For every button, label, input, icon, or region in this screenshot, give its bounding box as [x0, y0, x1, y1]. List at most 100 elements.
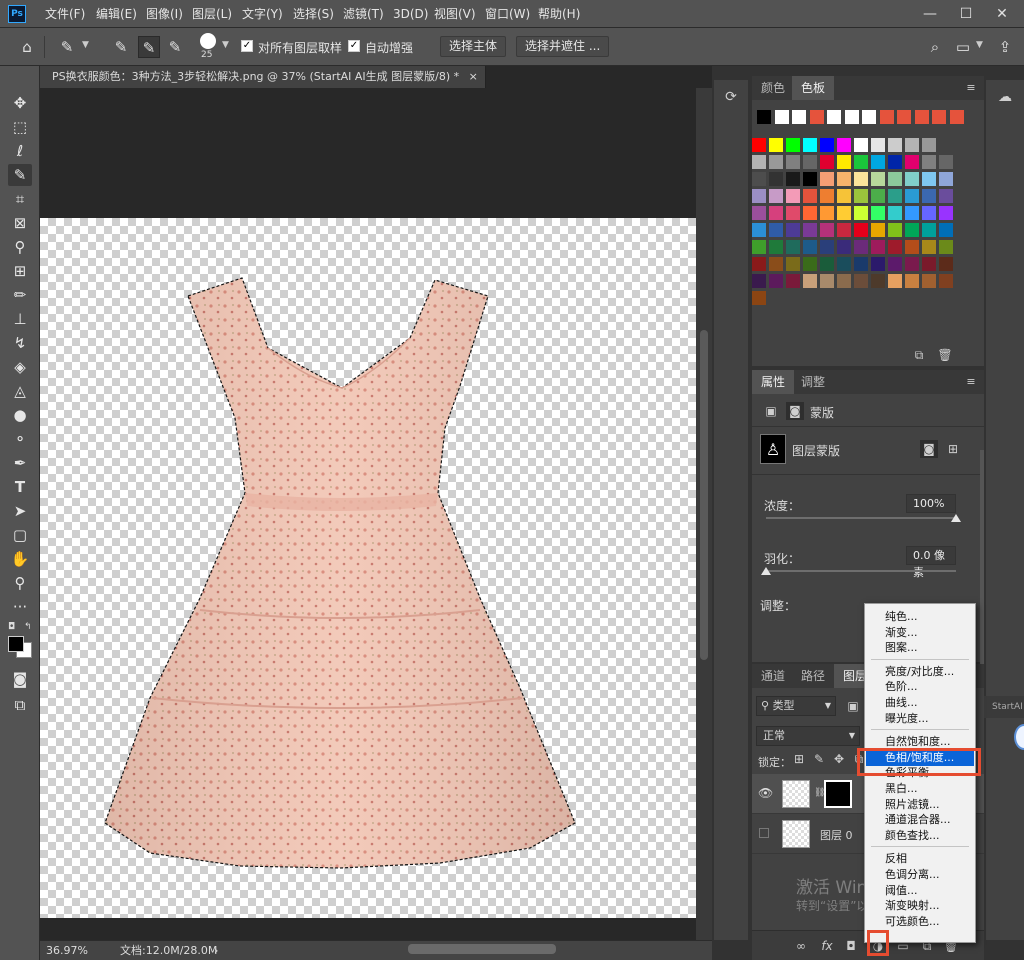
search-icon[interactable]: ⌕: [924, 36, 946, 58]
color-swatch[interactable]: [888, 274, 902, 288]
color-swatch[interactable]: [905, 138, 919, 152]
color-swatch[interactable]: [769, 274, 783, 288]
color-swatch[interactable]: [803, 223, 817, 237]
libraries-icon[interactable]: ☁: [996, 88, 1014, 106]
select-mask-icon[interactable]: ◙: [920, 440, 938, 458]
color-swatch[interactable]: [837, 257, 851, 271]
recent-color-swatch[interactable]: [774, 110, 789, 124]
color-swatch[interactable]: [939, 172, 953, 186]
apply-vector-mask-icon[interactable]: ⊞: [944, 440, 962, 458]
color-swatch[interactable]: [854, 257, 868, 271]
color-swatch[interactable]: [871, 138, 885, 152]
eraser-tool-icon[interactable]: ◈: [8, 356, 32, 378]
color-swatch[interactable]: [888, 257, 902, 271]
color-swatch[interactable]: [820, 189, 834, 203]
tab-properties[interactable]: 属性: [752, 370, 795, 394]
color-swatch[interactable]: [752, 240, 766, 254]
menu-window[interactable]: 窗口(W): [485, 0, 530, 28]
feather-slider-track[interactable]: [766, 570, 956, 572]
adjustment-menu-item[interactable]: 色调分离...: [866, 867, 974, 883]
density-slider-knob[interactable]: [951, 514, 961, 522]
color-swatch[interactable]: [888, 155, 902, 169]
color-swatch[interactable]: [905, 206, 919, 220]
color-swatch[interactable]: [752, 172, 766, 186]
color-swatch[interactable]: [854, 206, 868, 220]
menu-select[interactable]: 选择(S): [293, 0, 334, 28]
blend-mode-select[interactable]: 正常 ▼: [756, 726, 860, 746]
adjustment-menu-item[interactable]: 曝光度...: [866, 711, 974, 727]
maximize-button[interactable]: ☐: [952, 0, 980, 28]
color-swatch[interactable]: [871, 257, 885, 271]
color-swatch[interactable]: [786, 172, 800, 186]
move-tool-icon[interactable]: ✥: [8, 92, 32, 114]
color-swatch[interactable]: [837, 189, 851, 203]
color-swatch[interactable]: [820, 223, 834, 237]
color-swatch[interactable]: [854, 155, 868, 169]
adjustment-menu-item[interactable]: 曲线...: [866, 695, 974, 711]
density-input[interactable]: 100%: [906, 494, 956, 513]
horizontal-scroll-thumb[interactable]: [408, 944, 556, 954]
color-swatch[interactable]: [752, 274, 766, 288]
adjustment-menu-item[interactable]: 色阶...: [866, 679, 974, 695]
color-swatch[interactable]: [837, 274, 851, 288]
color-swatch[interactable]: [922, 155, 936, 169]
swatch-grid[interactable]: [752, 108, 976, 338]
rectangle-tool-icon[interactable]: ▢: [8, 524, 32, 546]
quick-mask-icon[interactable]: ◙: [8, 668, 32, 690]
recent-color-swatch[interactable]: [844, 110, 859, 124]
layer-filter-select[interactable]: ⚲ 类型 ▼: [756, 696, 836, 716]
zoom-level[interactable]: 36.97%: [46, 941, 88, 960]
color-swatch[interactable]: [786, 189, 800, 203]
menu-file[interactable]: 文件(F): [45, 0, 85, 28]
adjustment-menu-item[interactable]: 颜色查找...: [866, 828, 974, 844]
color-swatch[interactable]: [820, 172, 834, 186]
color-swatch[interactable]: [888, 138, 902, 152]
color-swatch[interactable]: [769, 240, 783, 254]
color-swatch[interactable]: [820, 138, 834, 152]
vertical-scroll-thumb[interactable]: [700, 330, 708, 660]
menu-filter[interactable]: 滤镜(T): [343, 0, 384, 28]
eyedropper-tool-icon[interactable]: ⚲: [8, 236, 32, 258]
color-swatch[interactable]: [752, 155, 766, 169]
color-swatch[interactable]: [922, 206, 936, 220]
type-tool-icon[interactable]: T: [8, 476, 32, 498]
document-tab[interactable]: PS换衣服颜色：3种方法_3步轻松解决.png @ 37% (StartAI A…: [40, 66, 486, 88]
new-swatch-icon[interactable]: ⧉: [910, 346, 928, 364]
lock-pixels-icon[interactable]: ✎: [810, 750, 828, 768]
foreground-color-swatch[interactable]: [8, 636, 24, 652]
brush-size-icon[interactable]: [200, 33, 216, 49]
color-swatch[interactable]: [786, 223, 800, 237]
canvas[interactable]: [40, 218, 696, 918]
menu-help[interactable]: 帮助(H): [538, 0, 580, 28]
color-swatch[interactable]: [939, 257, 953, 271]
color-swatch[interactable]: [922, 240, 936, 254]
layer-mask-thumbnail[interactable]: [824, 780, 852, 808]
color-swatch[interactable]: [803, 240, 817, 254]
chevron-down-icon[interactable]: ▼: [976, 40, 983, 50]
color-swatch[interactable]: [769, 155, 783, 169]
paint-bucket-tool-icon[interactable]: ◬: [8, 380, 32, 402]
hand-tool-icon[interactable]: ✋: [8, 548, 32, 570]
color-swatch[interactable]: [922, 257, 936, 271]
color-swatch[interactable]: [854, 240, 868, 254]
adjustment-menu-item[interactable]: 黑白...: [866, 781, 974, 797]
color-swatch[interactable]: [786, 240, 800, 254]
color-swatch[interactable]: [769, 223, 783, 237]
color-swatch[interactable]: [837, 240, 851, 254]
color-swatch[interactable]: [803, 172, 817, 186]
color-swatch[interactable]: [837, 138, 851, 152]
recent-color-swatch[interactable]: [827, 110, 841, 124]
tab-paths[interactable]: 路径: [792, 664, 834, 688]
crop-tool-icon[interactable]: ⌗: [8, 188, 32, 210]
more-tools-icon[interactable]: ···: [8, 596, 32, 618]
trash-icon[interactable]: 🗑: [936, 346, 954, 364]
color-swatch[interactable]: [854, 172, 868, 186]
startai-plugin-tab[interactable]: StartAI: [982, 696, 1024, 718]
color-swatch[interactable]: [939, 189, 953, 203]
tab-adjustments[interactable]: 调整: [792, 370, 834, 394]
share-icon[interactable]: ⇪: [994, 36, 1016, 58]
select-and-mask-button[interactable]: 选择并遮住 ...: [516, 36, 610, 57]
add-to-selection-icon[interactable]: ✎: [138, 36, 160, 58]
color-swatch[interactable]: [820, 257, 834, 271]
marquee-tool-icon[interactable]: ⬚: [8, 116, 32, 138]
